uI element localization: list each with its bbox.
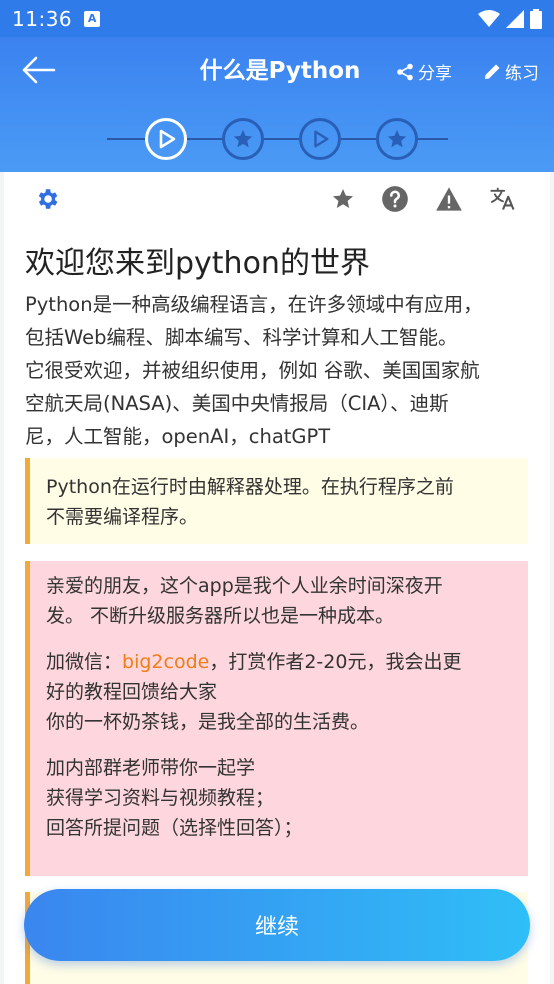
wifi-icon (478, 9, 500, 27)
intro-line: Python是一种高级编程语言，在许多领域中有应用， (25, 293, 483, 316)
star-icon (333, 189, 353, 208)
app-header: 什么是Python 分享 练习 (0, 37, 554, 172)
intro-paragraph: Python是一种高级编程语言，在许多领域中有应用， 包括Web编程、脚本编写、… (25, 288, 535, 453)
lesson-heading: 欢迎您来到python的世界 (25, 246, 370, 281)
note-line: Python在运行时由解释器处理。在执行程序之前 (46, 476, 454, 498)
message-line: 发。 不断升级服务器所以也是一种成本。 (46, 605, 395, 627)
play-icon (314, 130, 329, 148)
intro-line: 尼，人工智能，openAI，chatGPT (25, 425, 331, 448)
step-3-play[interactable] (299, 118, 341, 160)
intro-line: 它很受欢迎，并被组织使用，例如 谷歌、美国国家航 (25, 359, 480, 382)
pencil-icon (485, 64, 500, 79)
step-connector (341, 138, 376, 140)
author-paragraph-2: 加微信：big2code，打赏作者2-20元，我会出更 好的教程回馈给大家 你的… (46, 647, 512, 737)
step-connector (107, 138, 145, 140)
step-4-star[interactable] (376, 118, 418, 160)
status-bar: 11:36 A (0, 0, 554, 37)
arrow-left-icon (22, 56, 56, 84)
step-connector (264, 138, 299, 140)
lesson-progress-steps (0, 103, 554, 172)
status-icons (478, 8, 542, 29)
report-button[interactable] (434, 184, 464, 214)
wechat-suffix: ，打赏作者2-20元，我会出更 (209, 651, 462, 673)
author-paragraph-1: 亲爱的朋友，这个app是我个人业余时间深夜开 发。 不断升级服务器所以也是一种成… (46, 571, 512, 631)
message-line: 你的一杯奶茶钱，是我全部的生活费。 (46, 711, 370, 733)
continue-button[interactable]: 继续 (24, 889, 530, 961)
note-line: 不需要编译程序。 (46, 506, 199, 528)
author-message: 亲爱的朋友，这个app是我个人业余时间深夜开 发。 不断升级服务器所以也是一种成… (25, 561, 528, 876)
lesson-card: 欢迎您来到python的世界 Python是一种高级编程语言，在许多领域中有应用… (4, 172, 550, 984)
practice-label: 练习 (505, 64, 539, 84)
translate-icon (490, 187, 515, 210)
message-line: 加内部群老师带你一起学 (46, 757, 256, 779)
question-icon (382, 186, 408, 212)
author-paragraph-3: 加内部群老师带你一起学 获得学习资料与视频教程； 回答所提问题（选择性回答）； (46, 753, 512, 843)
step-1-play[interactable] (145, 118, 187, 160)
star-icon (233, 129, 253, 148)
interpreter-note: Python在运行时由解释器处理。在执行程序之前 不需要编译程序。 (25, 458, 528, 544)
step-connector (418, 138, 448, 140)
signal-icon (506, 9, 524, 28)
status-time: 11:36 (12, 6, 73, 31)
help-button[interactable] (380, 184, 410, 214)
share-label: 分享 (418, 64, 452, 84)
share-button[interactable]: 分享 (396, 59, 452, 84)
favorite-button[interactable] (328, 184, 358, 214)
step-connector (187, 138, 222, 140)
intro-line: 空航天局(NASA)、美国中央情报局（CIA）、迪斯 (25, 392, 449, 415)
share-icon (397, 63, 413, 80)
back-button[interactable] (20, 55, 60, 85)
battery-icon (530, 8, 542, 29)
translate-button[interactable] (488, 184, 518, 214)
lesson-toolbar (4, 184, 550, 220)
practice-button[interactable]: 练习 (484, 59, 539, 84)
notification-icon: A (84, 10, 101, 27)
wechat-prefix: 加微信： (46, 651, 123, 673)
lesson-content: 欢迎您来到python的世界 Python是一种高级编程语言，在许多领域中有应用… (0, 172, 554, 984)
play-icon (159, 129, 176, 149)
intro-line: 包括Web编程、脚本编写、科学计算和人工智能。 (25, 326, 458, 349)
warning-icon (436, 187, 462, 211)
toolbar: 什么是Python 分享 练习 (0, 37, 554, 103)
step-2-star[interactable] (222, 118, 264, 160)
gear-icon (38, 189, 58, 209)
message-line: 亲爱的朋友，这个app是我个人业余时间深夜开 (46, 575, 443, 597)
wechat-id[interactable]: big2code (122, 651, 209, 673)
message-line: 获得学习资料与视频教程； (46, 787, 275, 809)
settings-button[interactable] (32, 184, 62, 214)
message-line: 回答所提问题（选择性回答）； (46, 817, 303, 839)
star-icon (387, 129, 407, 148)
message-line: 好的教程回馈给大家 (46, 681, 218, 703)
page-title: 什么是Python (199, 58, 361, 84)
